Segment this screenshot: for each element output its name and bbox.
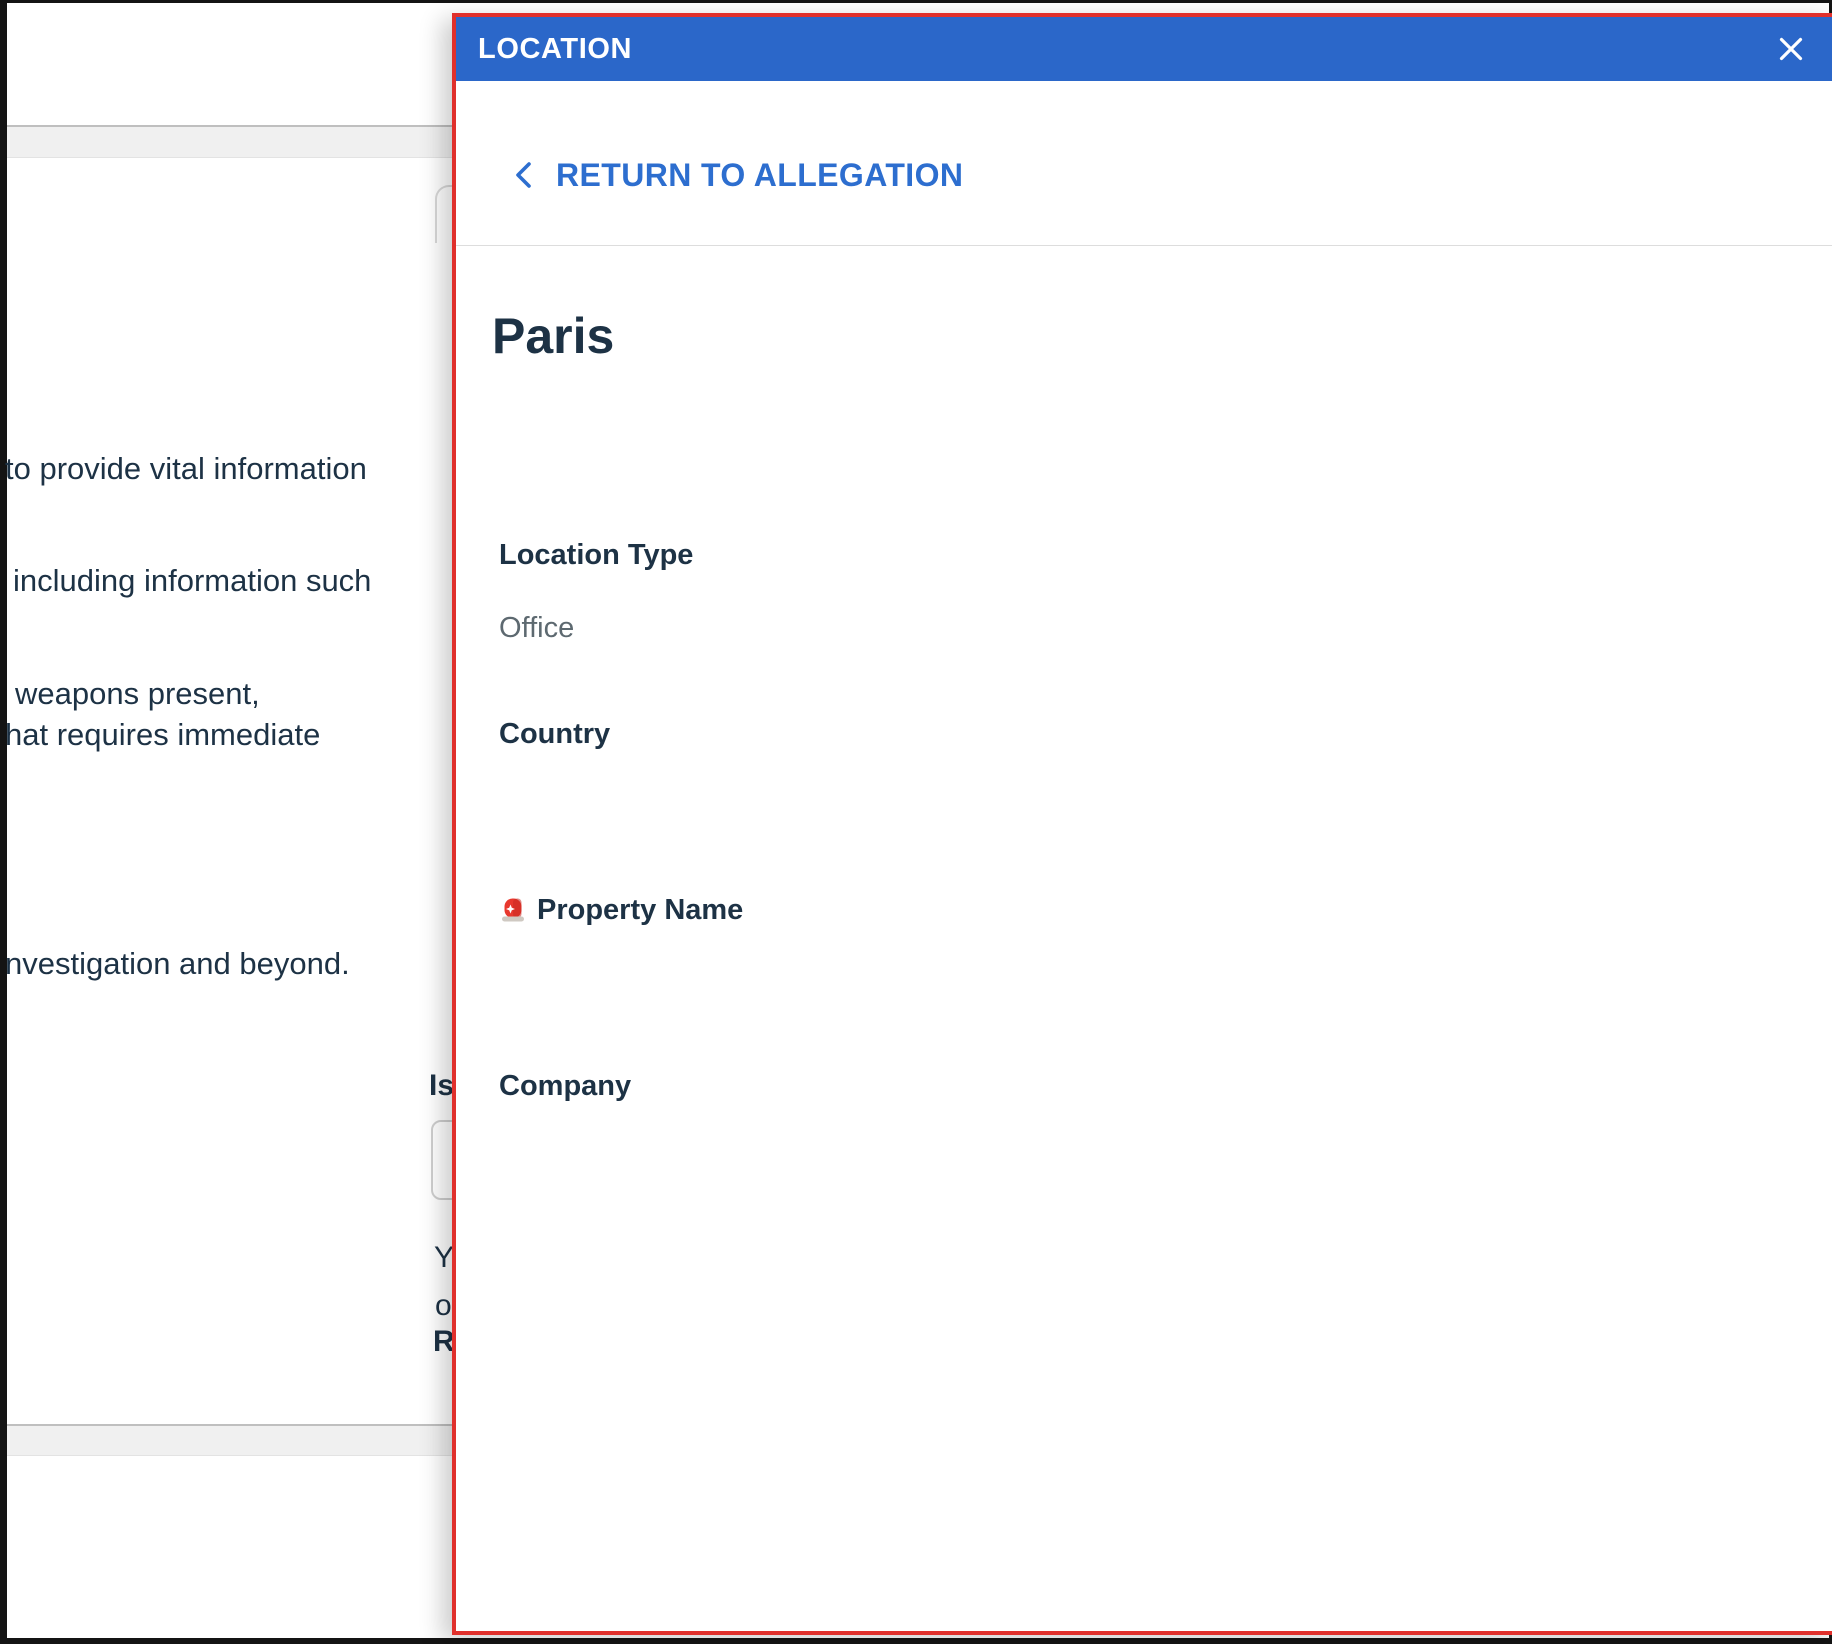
header-divider — [456, 245, 1832, 246]
bg-text-fragment: nvestigation and beyond. — [5, 946, 350, 981]
close-icon — [1779, 37, 1803, 61]
chevron-left-icon — [516, 162, 531, 188]
field-country: Country — [499, 716, 610, 752]
field-company: Company — [499, 1068, 631, 1104]
field-value: Office — [499, 612, 575, 644]
field-label: Country — [499, 718, 611, 750]
bg-form-label: Is — [429, 1069, 455, 1102]
drawer-title: LOCATION — [478, 32, 633, 65]
field-location-type: Location Type Office — [499, 537, 693, 646]
return-to-allegation-link[interactable]: RETURN TO ALLEGATION — [512, 153, 963, 197]
bg-text-fragment: hat requires immediate — [5, 717, 321, 752]
return-to-allegation-label: RETURN TO ALLEGATION — [556, 156, 964, 193]
field-label: Property Name — [537, 894, 744, 926]
bg-clipped-text: Y — [434, 1241, 455, 1274]
field-property-name: Property Name — [499, 892, 743, 928]
close-button[interactable] — [1774, 32, 1808, 66]
field-label: Location Type — [499, 539, 694, 571]
field-label: Company — [499, 1070, 632, 1102]
bg-text-fragment: to provide vital information — [5, 451, 367, 486]
location-drawer: LOCATION RETURN TO ALLEGATION Paris Loca… — [452, 13, 1832, 1635]
bg-text-fragment: weapons present, — [15, 676, 260, 711]
location-heading: Paris — [492, 308, 615, 364]
alert-light-icon — [502, 898, 524, 922]
bg-text-fragment: including information such — [13, 563, 372, 598]
drawer-header: LOCATION — [456, 17, 1832, 81]
bg-clipped-text: o — [435, 1289, 452, 1322]
